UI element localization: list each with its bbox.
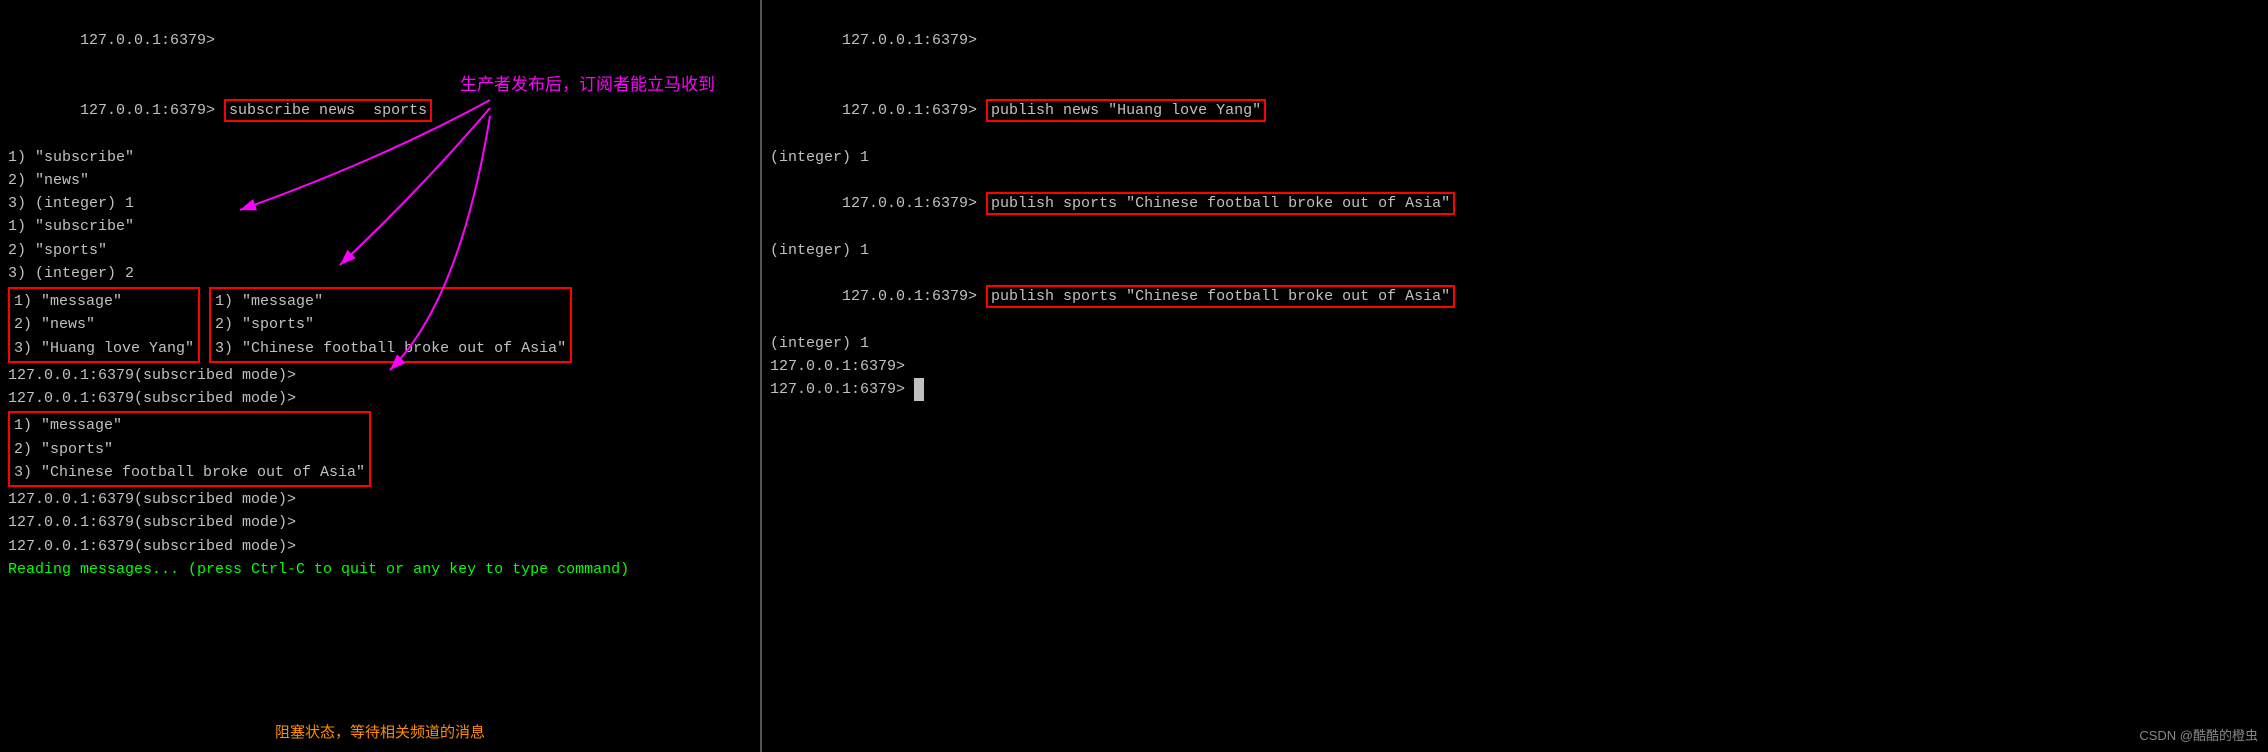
terminal-line: 2) "sports" [8,239,752,262]
publish-sports-line-2: 127.0.0.1:6379> publish sports "Chinese … [770,262,2260,332]
publish-news-line: 127.0.0.1:6379> publish news "Huang love… [770,76,2260,146]
terminal-line: (integer) 1 [770,146,2260,169]
terminal-line: 2) "news" [8,169,752,192]
message-group-2: 1) "message" 2) "sports" 3) "Chinese foo… [209,287,572,363]
annotation-top: 生产者发布后，订阅者能立马收到 [460,70,715,95]
terminal-line: 127.0.0.1:6379(subscribed mode)> [8,488,752,511]
right-terminal: 127.0.0.1:6379> 127.0.0.1:6379> publish … [770,6,2260,401]
terminal-line: 3) "Chinese football broke out of Asia" [14,461,365,484]
publish-sports-line-1: 127.0.0.1:6379> publish sports "Chinese … [770,169,2260,239]
terminal-line: 127.0.0.1:6379> [770,6,2260,76]
terminal-line: 127.0.0.1:6379(subscribed mode)> [8,387,752,410]
terminal-line: 3) (integer) 2 [8,262,752,285]
terminal-line: 127.0.0.1:6379(subscribed mode)> [8,511,752,534]
publish-sports-command-1: publish sports "Chinese football broke o… [986,192,1455,215]
terminal-line: 1) "message" [14,290,194,313]
message-group-3: 1) "message" 2) "sports" 3) "Chinese foo… [8,411,371,487]
publish-sports-command-2: publish sports "Chinese football broke o… [986,285,1455,308]
main-container: 127.0.0.1:6379> 127.0.0.1:6379> subscrib… [0,0,2268,752]
terminal-line: 1) "message" [215,290,566,313]
terminal-line: 1) "subscribe" [8,215,752,238]
terminal-line: 3) "Huang love Yang" [14,337,194,360]
subscribe-command: subscribe news sports [224,99,432,122]
terminal-cursor-line: 127.0.0.1:6379> [770,378,2260,401]
reading-messages-line: Reading messages... (press Ctrl-C to qui… [8,558,752,581]
terminal-line: 2) "sports" [215,313,566,336]
terminal-line: 2) "news" [14,313,194,336]
watermark: CSDN @酷酷的橙虫 [2139,725,2258,744]
terminal-line: 3) (integer) 1 [8,192,752,215]
right-panel: 127.0.0.1:6379> 127.0.0.1:6379> publish … [760,0,2268,752]
terminal-line: (integer) 1 [770,332,2260,355]
terminal-line: 3) "Chinese football broke out of Asia" [215,337,566,360]
publish-news-command: publish news "Huang love Yang" [986,99,1266,122]
annotation-bottom: 阻塞状态，等待相关频道的消息 [275,721,485,742]
terminal-line: (integer) 1 [770,239,2260,262]
terminal-line: 127.0.0.1:6379> [770,355,2260,378]
message-group-1: 1) "message" 2) "news" 3) "Huang love Ya… [8,287,200,363]
left-panel: 127.0.0.1:6379> 127.0.0.1:6379> subscrib… [0,0,760,752]
terminal-line: 1) "subscribe" [8,146,752,169]
prompt: 127.0.0.1:6379> [80,32,215,49]
terminal-line: 2) "sports" [14,438,365,461]
terminal-line: 1) "message" [14,414,365,437]
terminal-line: 127.0.0.1:6379(subscribed mode)> [8,364,752,387]
terminal-line: 127.0.0.1:6379> [8,6,752,76]
terminal-line: 127.0.0.1:6379(subscribed mode)> [8,535,752,558]
